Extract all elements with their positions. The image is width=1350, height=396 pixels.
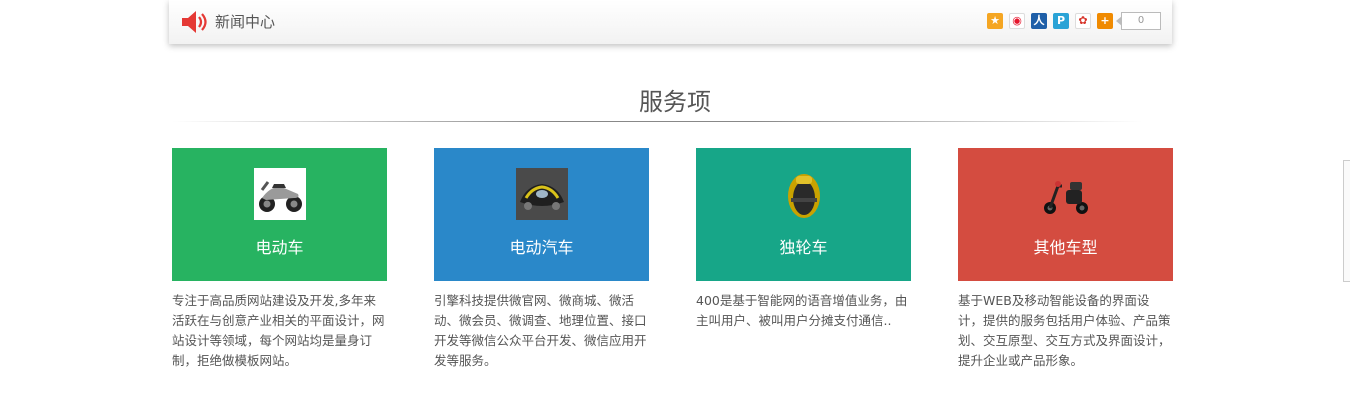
speaker-icon <box>182 11 207 33</box>
service-label: 独轮车 <box>779 238 828 257</box>
motor-scooter-icon <box>254 168 306 220</box>
news-bar: 新闻中心 ★ ◉ 人 P ✿ + 0 <box>169 0 1172 44</box>
renren-icon[interactable]: 人 <box>1031 13 1047 29</box>
service-tile[interactable]: 电动车 <box>172 148 387 281</box>
service-description: 400是基于智能网的语音增值业务，由主叫用户、被叫用户分摊支付通信.. <box>696 293 908 328</box>
more-share-icon[interactable]: + <box>1097 13 1113 29</box>
service-description: 专注于高品质网站建设及开发,多年来活跃在与创意产业相关的平面设计，网站设计等领域… <box>172 293 385 368</box>
share-toolbar: ★ ◉ 人 P ✿ + 0 <box>987 12 1161 30</box>
service-tile[interactable]: 其他车型 <box>958 148 1173 281</box>
section-title: 服务项 <box>639 88 711 116</box>
side-float-tab[interactable] <box>1343 160 1350 282</box>
unicycle-icon <box>778 168 830 220</box>
service-label: 电动车 <box>255 238 304 257</box>
section-divider <box>172 121 1142 122</box>
service-description: 基于WEB及移动智能设备的界面设计，提供的服务包括用户体验、产品策划、交互原型、… <box>958 293 1171 368</box>
service-tile[interactable]: 电动汽车 <box>434 148 649 281</box>
service-card-electric-car[interactable]: 电动汽车 引擎科技提供微官网、微商城、微活动、微会员、微调查、地理位置、接口开发… <box>434 148 649 371</box>
service-card-unicycle[interactable]: 独轮车 400是基于智能网的语音增值业务，由主叫用户、被叫用户分摊支付通信.. <box>696 148 911 331</box>
electric-car-icon <box>516 168 568 220</box>
pengyou-icon[interactable]: P <box>1053 13 1069 29</box>
service-card-other-vehicles[interactable]: 其他车型 基于WEB及移动智能设备的界面设计，提供的服务包括用户体验、产品策划、… <box>958 148 1173 371</box>
share-count: 0 <box>1116 12 1161 30</box>
service-card-electric-bike[interactable]: 电动车 专注于高品质网站建设及开发,多年来活跃在与创意产业相关的平面设计，网站设… <box>172 148 387 371</box>
service-label: 其他车型 <box>1033 238 1098 257</box>
tencent-weibo-icon[interactable]: ✿ <box>1075 13 1091 29</box>
service-tile[interactable]: 独轮车 <box>696 148 911 281</box>
weibo-icon[interactable]: ◉ <box>1009 13 1025 29</box>
news-center-title[interactable]: 新闻中心 <box>215 11 275 32</box>
tricycle-scooter-icon <box>1040 168 1092 220</box>
service-description: 引擎科技提供微官网、微商城、微活动、微会员、微调查、地理位置、接口开发等微信公众… <box>434 293 647 368</box>
qzone-icon[interactable]: ★ <box>987 13 1003 29</box>
service-label: 电动汽车 <box>509 238 574 257</box>
